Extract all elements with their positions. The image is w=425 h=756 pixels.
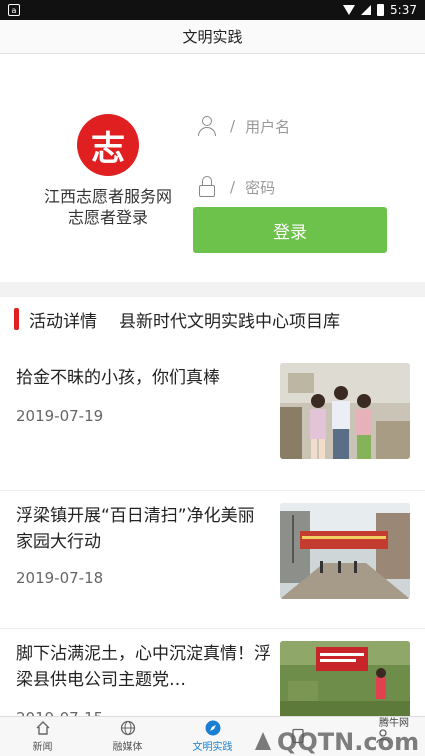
field-separator: / xyxy=(230,117,236,135)
tab-civilization-practice[interactable]: 文明实践 xyxy=(170,717,255,756)
user-icon xyxy=(196,115,218,137)
street-cleanup-photo xyxy=(280,503,410,599)
username-placeholder: 用户名 xyxy=(245,117,291,136)
app-notification-icon: a xyxy=(8,4,20,16)
news-date: 2019-07-19 xyxy=(16,407,104,425)
user-icon xyxy=(375,728,391,744)
news-item[interactable]: 脚下沾满泥土，心中沉淀真情！浮梁县供电公司主题党… 2019-07-15 xyxy=(0,629,425,737)
news-date: 2019-07-18 xyxy=(16,569,104,587)
globe-icon xyxy=(120,720,136,736)
section-subtitle[interactable]: 县新时代文明实践中心项目库 xyxy=(119,307,340,332)
signal-icon xyxy=(361,5,372,15)
news-thumbnail xyxy=(280,363,410,459)
status-bar: a 5:37 xyxy=(0,0,425,20)
login-panel: 志 江西志愿者服务网 志愿者登录 / 用户名 / 密码 登录 xyxy=(0,54,425,282)
news-item[interactable]: 浮梁镇开展“百日清扫”净化美丽家园大行动 2019-07-18 xyxy=(0,491,425,629)
tab-4[interactable] xyxy=(255,717,340,756)
clock: 5:37 xyxy=(390,3,417,17)
accent-bar xyxy=(14,308,19,330)
section-header: 活动详情 县新时代文明实践中心项目库 xyxy=(0,297,425,341)
news-title: 浮梁镇开展“百日清扫”净化美丽家园大行动 xyxy=(16,506,255,552)
doc-icon xyxy=(290,728,306,744)
compass-icon xyxy=(205,720,221,736)
tab-label: 文明实践 xyxy=(192,742,233,753)
field-separator: / xyxy=(230,178,236,196)
section-heading[interactable]: 活动详情 xyxy=(29,307,97,332)
login-button[interactable]: 登录 xyxy=(193,207,387,253)
activity-section: 活动详情 县新时代文明实践中心项目库 拾金不昧的小孩，你们真棒 2019-07-… xyxy=(0,297,425,737)
news-thumbnail xyxy=(280,503,410,599)
org-name: 江西志愿者服务网 xyxy=(43,187,172,206)
news-title: 拾金不昧的小孩，你们真棒 xyxy=(16,368,220,388)
volunteer-logo: 志 xyxy=(77,114,139,176)
news-title: 脚下沾满泥土，心中沉淀真情！浮梁县供电公司主题党… xyxy=(16,644,271,690)
tab-media[interactable]: 融媒体 xyxy=(85,717,170,756)
news-item[interactable]: 拾金不昧的小孩，你们真棒 2019-07-19 xyxy=(0,353,425,491)
tab-news[interactable]: 新闻 xyxy=(0,717,85,756)
tab-label: 新闻 xyxy=(32,742,53,753)
password-field[interactable]: / 密码 xyxy=(196,167,396,207)
username-field[interactable]: / 用户名 xyxy=(196,106,396,146)
org-block: 志 江西志愿者服务网 志愿者登录 xyxy=(40,114,176,229)
login-subtitle: 志愿者登录 xyxy=(67,208,148,227)
battery-icon xyxy=(377,4,385,16)
wifi-icon xyxy=(343,5,356,15)
children-photo xyxy=(280,363,410,459)
home-icon xyxy=(35,720,51,736)
password-placeholder: 密码 xyxy=(245,178,276,197)
lock-icon xyxy=(196,176,218,198)
bottom-tab-bar: 新闻 融媒体 文明实践 xyxy=(0,716,425,756)
page-title: 文明实践 xyxy=(0,20,425,54)
tab-label: 融媒体 xyxy=(112,742,143,753)
tab-5[interactable] xyxy=(340,717,425,756)
